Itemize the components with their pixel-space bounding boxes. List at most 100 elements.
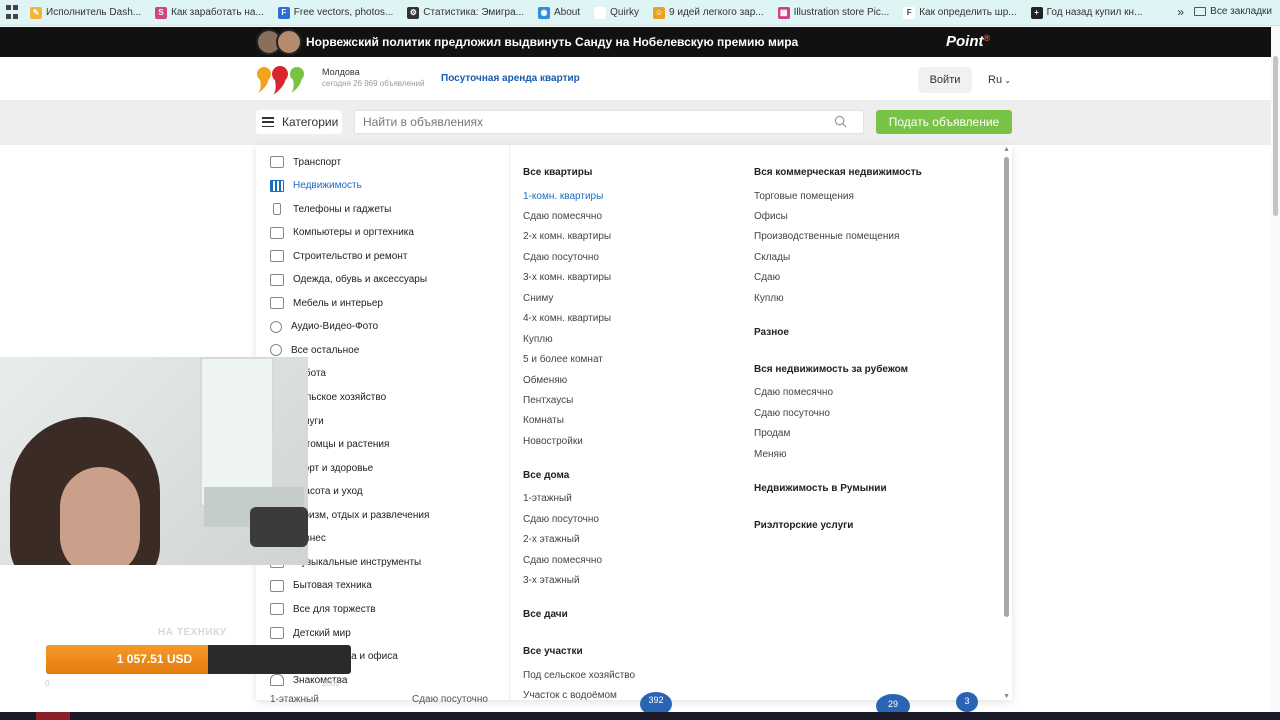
site-logo-icon[interactable]: [256, 63, 308, 95]
category-item[interactable]: Строительство и ремонт: [270, 250, 407, 263]
bookmark-item[interactable]: + Год назад купил кн...: [1030, 6, 1143, 19]
subcategory-link[interactable]: 1-комн. квартиры: [523, 191, 603, 202]
donation-max: 2000: [322, 679, 340, 688]
category-item[interactable]: Одежда, обувь и аксессуары: [270, 273, 427, 286]
scroll-up-arrow-icon[interactable]: ▲: [1003, 146, 1010, 153]
category-item[interactable]: Детский мир: [270, 627, 351, 639]
category-item[interactable]: Транспорт: [270, 156, 341, 168]
car-icon: [270, 156, 284, 168]
bookmark-item[interactable]: ▦ Illustration store Pic...: [777, 6, 889, 19]
subcategory-link[interactable]: Участок с водоёмом: [523, 690, 617, 700]
apps-grid-icon[interactable]: [6, 4, 22, 21]
person-face: [60, 467, 140, 565]
subcategory-link[interactable]: 2-х этажный: [523, 534, 580, 545]
subcategory-heading[interactable]: Все квартиры: [523, 167, 592, 178]
category-label: Музыкальные инструменты: [293, 556, 422, 568]
subcategory-heading[interactable]: Риэлторские услуги: [754, 520, 853, 531]
subcategory-link[interactable]: Куплю: [754, 293, 784, 304]
subcategory-link[interactable]: 1-этажный: [523, 493, 572, 504]
bookmark-item[interactable]: S Как заработать на...: [155, 6, 264, 19]
subcategory-heading[interactable]: Все участки: [523, 646, 583, 657]
news-banner[interactable]: Норвежский политик предложил выдвинуть С…: [0, 27, 1280, 57]
category-label: Аудио-Видео-Фото: [291, 321, 379, 333]
map-cluster-bubble[interactable]: 3: [956, 692, 978, 712]
bookmark-item[interactable]: ✎ Исполнитель Dash...: [30, 6, 141, 19]
subcategory-link[interactable]: Сдаю посуточно: [523, 514, 599, 525]
language-selector[interactable]: Ru ⌄: [988, 74, 1011, 86]
subcategory-heading[interactable]: Вся недвижимость за рубежом: [754, 364, 908, 375]
subcategory-link[interactable]: Склады: [754, 252, 790, 263]
subcategory-link[interactable]: Меняю: [754, 449, 786, 460]
news-brand-logo[interactable]: Point®: [946, 33, 990, 50]
all-bookmarks-label: Все закладки: [1210, 6, 1272, 17]
subcategory-link[interactable]: Торговые помещения: [754, 191, 854, 202]
subcategory-link[interactable]: Пентхаусы: [523, 395, 573, 406]
subcategory-heading[interactable]: Недвижимость в Румынии: [754, 483, 887, 494]
sofa-icon: [270, 297, 284, 310]
bookmark-item[interactable]: ⚙ Статистика: Эмигра...: [407, 6, 524, 19]
subcategory-link[interactable]: Сдаю помесячно: [523, 211, 602, 222]
category-item[interactable]: Все остальное: [270, 344, 359, 357]
category-item[interactable]: Телефоны и гаджеты: [270, 203, 391, 216]
taskbar-app[interactable]: [36, 712, 70, 720]
bookmark-label: Год назад купил кн...: [1046, 7, 1143, 18]
listing-peek-right[interactable]: Сдаю посуточно: [412, 694, 488, 705]
subcategory-heading[interactable]: Все дома: [523, 470, 569, 481]
subcategory-link[interactable]: 5 и более комнат: [523, 354, 603, 365]
subcategory-heading[interactable]: Разное: [754, 327, 789, 338]
bookmark-item[interactable]: F Free vectors, photos...: [277, 6, 393, 19]
subcategory-link[interactable]: Куплю: [523, 334, 553, 345]
subcategory-link[interactable]: Продам: [754, 428, 790, 439]
bookmark-label: Как определить шр...: [919, 7, 1017, 18]
subcategory-link[interactable]: Производственные помещения: [754, 231, 899, 242]
page-scrollbar[interactable]: [1273, 56, 1278, 216]
category-item[interactable]: Аудио-Видео-Фото: [270, 320, 379, 333]
subcategory-link[interactable]: Новостройки: [523, 436, 583, 447]
login-button[interactable]: Войти: [918, 67, 972, 93]
category-item[interactable]: Компьютеры и оргтехника: [270, 226, 414, 239]
bookmark-item[interactable]: ☺ 9 идей легкого зар...: [653, 6, 764, 19]
subcategory-link[interactable]: Сдаю: [754, 272, 780, 283]
laptop-icon: [270, 226, 284, 239]
category-item[interactable]: Мебель и интерьер: [270, 297, 383, 310]
subcategory-link[interactable]: 3-х комн. квартиры: [523, 272, 611, 283]
news-headline[interactable]: Норвежский политик предложил выдвинуть С…: [306, 35, 798, 49]
subcategory-link[interactable]: 3-х этажный: [523, 575, 580, 586]
taskbar: [0, 712, 1280, 720]
post-ad-button[interactable]: Подать объявление: [876, 110, 1012, 134]
news-brand-text: Point: [946, 33, 984, 50]
listing-peek-left[interactable]: 1-этажный: [270, 694, 319, 705]
subcategory-link[interactable]: Под сельское хозяйство: [523, 670, 635, 681]
bookmark-favicon-icon: ◉: [538, 6, 550, 19]
subcategory-link[interactable]: 4-х комн. квартиры: [523, 313, 611, 324]
subcategory-link[interactable]: 2-х комн. квартиры: [523, 231, 611, 242]
subcategory-heading[interactable]: Все дачи: [523, 609, 568, 620]
search-icon[interactable]: [834, 115, 847, 128]
bookmark-item[interactable]: ◉ About: [538, 6, 580, 19]
subcategory-link[interactable]: Сдаю посуточно: [754, 408, 830, 419]
categories-button[interactable]: Категории: [256, 110, 342, 134]
subcategory-link[interactable]: Сдаю помесячно: [754, 387, 833, 398]
category-item[interactable]: Все для торжеств: [270, 603, 376, 616]
bookmark-item[interactable]: Quirky: [594, 6, 639, 19]
daily-rent-link[interactable]: Посуточная аренда квартир: [441, 73, 580, 84]
region-selector[interactable]: Молдова сегодня 26 969 объявлений: [322, 67, 424, 88]
all-bookmarks-button[interactable]: Все закладки: [1194, 6, 1272, 17]
category-item[interactable]: Бытовая техника: [270, 579, 372, 592]
dropdown-scrollbar[interactable]: [1004, 157, 1009, 617]
bookmark-item[interactable]: F Как определить шр...: [903, 6, 1017, 19]
subcategory-link[interactable]: Сдаю посуточно: [523, 252, 599, 263]
subcategory-heading[interactable]: Вся коммерческая недвижимость: [754, 167, 922, 178]
subcategory-link[interactable]: Сдаю помесячно: [523, 555, 602, 566]
category-item[interactable]: Недвижимость: [270, 179, 362, 192]
subcategory-link[interactable]: Комнаты: [523, 415, 564, 426]
language-label: Ru: [988, 74, 1003, 86]
subcategory-link[interactable]: Обменяю: [523, 375, 567, 386]
subcategory-link[interactable]: Сниму: [523, 293, 553, 304]
chevron-down-icon: ⌄: [1002, 76, 1011, 85]
bookmarks-more-button[interactable]: »: [1177, 5, 1184, 19]
bookmarks-bar: ✎ Исполнитель Dash... S Как заработать на..…: [0, 0, 1280, 26]
search-input[interactable]: Найти в объявлениях: [354, 110, 864, 134]
subcategory-link[interactable]: Офисы: [754, 211, 788, 222]
scroll-down-arrow-icon[interactable]: ▼: [1003, 693, 1010, 700]
